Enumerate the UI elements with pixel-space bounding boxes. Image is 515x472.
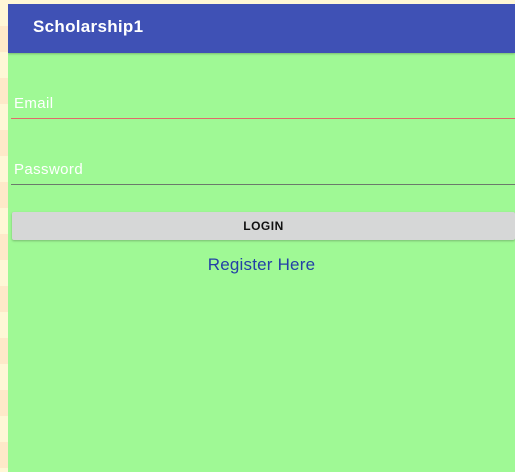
email-field[interactable] <box>11 89 515 117</box>
password-field-container <box>11 155 515 185</box>
app-screen: Scholarship1 LOGIN Register Here <box>8 4 515 472</box>
app-title: Scholarship1 <box>33 17 144 36</box>
app-bar: Scholarship1 <box>8 4 515 53</box>
email-field-underline <box>11 117 515 119</box>
login-button[interactable]: LOGIN <box>12 212 515 240</box>
email-field-container <box>11 89 515 119</box>
password-field[interactable] <box>11 155 515 183</box>
register-link[interactable]: Register Here <box>8 255 515 275</box>
password-field-underline <box>11 184 515 185</box>
